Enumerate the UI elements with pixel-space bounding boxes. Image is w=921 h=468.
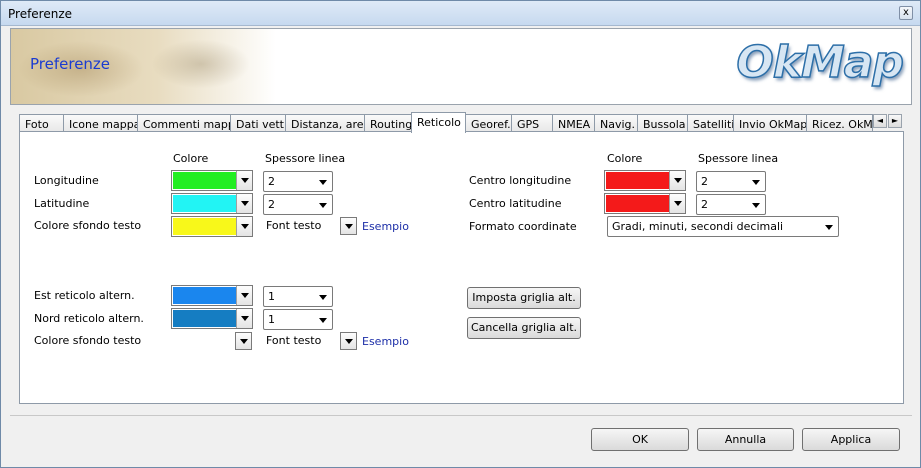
centro-longitudine-thickness-select[interactable]: 2 <box>696 171 766 192</box>
longitudine-color-swatch <box>173 172 237 189</box>
right-colore-header: Colore <box>607 152 643 165</box>
left-colore-header: Colore <box>173 152 209 165</box>
centro-latitudine-thickness-value: 2 <box>701 198 708 211</box>
chevron-down-icon <box>319 318 327 323</box>
centro-latitudine-color-swatch <box>606 195 670 212</box>
header-title: Preferenze <box>30 55 111 73</box>
chevron-down-icon <box>319 180 327 185</box>
centro-longitudine-thickness-value: 2 <box>701 175 708 188</box>
nord-alt-thickness-value: 1 <box>268 313 275 326</box>
centro-longitudine-color-swatch <box>606 172 670 189</box>
font-dropdown-button[interactable] <box>340 217 357 235</box>
bg-color-swatch <box>173 218 237 235</box>
title-bar[interactable]: Preferenze x <box>1 1 920 26</box>
tab-reticolo[interactable]: Reticolo <box>411 112 466 133</box>
chevron-down-icon[interactable] <box>669 194 685 213</box>
font-label: Font testo <box>266 219 322 232</box>
alt-font-label: Font testo <box>266 334 322 347</box>
okmap-logo: OkMap <box>736 36 905 89</box>
right-spessore-header: Spessore linea <box>698 152 779 165</box>
est-alt-label: Est reticolo altern. <box>34 289 135 302</box>
close-button[interactable]: x <box>899 6 913 20</box>
chevron-down-icon <box>319 295 327 300</box>
chevron-down-icon[interactable] <box>236 194 252 213</box>
nord-alt-thickness-select[interactable]: 1 <box>263 309 333 330</box>
font-example-link[interactable]: Esempio <box>362 220 409 233</box>
latitudine-thickness-select[interactable]: 2 <box>263 194 333 215</box>
window-title: Preferenze <box>8 7 73 21</box>
chevron-down-icon[interactable] <box>236 286 252 305</box>
apply-button[interactable]: Applica <box>802 428 900 451</box>
tab-scroll-left-icon[interactable]: ◄ <box>873 114 887 128</box>
alt-font-example-link[interactable]: Esempio <box>362 335 409 348</box>
preferences-window: Preferenze x Preferenze OkMap Foto Icone… <box>0 0 921 468</box>
reticolo-panel: Colore Spessore linea Longitudine 2 Lati… <box>19 131 904 404</box>
centro-latitudine-color-picker[interactable] <box>604 193 686 214</box>
coord-format-select[interactable]: Gradi, minuti, secondi decimali <box>607 216 839 237</box>
header-banner: Preferenze OkMap <box>10 28 912 105</box>
latitudine-thickness-value: 2 <box>268 198 275 211</box>
left-spessore-header: Spessore linea <box>265 152 346 165</box>
latitudine-label: Latitudine <box>34 197 90 210</box>
chevron-down-icon[interactable] <box>236 217 252 236</box>
footer-divider <box>10 415 912 416</box>
est-alt-color-picker[interactable] <box>171 285 253 306</box>
chevron-down-icon[interactable] <box>236 171 252 190</box>
nord-alt-label: Nord reticolo altern. <box>34 312 144 325</box>
alt-bg-color-label: Colore sfondo testo <box>34 334 142 347</box>
chevron-down-icon <box>752 180 760 185</box>
tab-scroll-right-icon[interactable]: ► <box>888 114 902 128</box>
chevron-down-icon[interactable] <box>669 171 685 190</box>
longitudine-color-picker[interactable] <box>171 170 253 191</box>
centro-longitudine-label: Centro longitudine <box>469 174 572 187</box>
tab-strip: Foto Icone mappa Commenti mappa Dati vet… <box>19 112 904 133</box>
nord-alt-color-swatch <box>173 310 237 327</box>
bg-color-picker[interactable] <box>171 216 253 237</box>
ok-button[interactable]: OK <box>591 428 689 451</box>
latitudine-color-picker[interactable] <box>171 193 253 214</box>
cancel-button[interactable]: Annulla <box>697 428 794 451</box>
bg-color-label: Colore sfondo testo <box>34 219 142 232</box>
clear-alt-grid-button[interactable]: Cancella griglia alt. <box>467 317 581 339</box>
nord-alt-color-picker[interactable] <box>171 308 253 329</box>
set-alt-grid-button[interactable]: Imposta griglia alt. <box>467 287 581 309</box>
centro-latitudine-thickness-select[interactable]: 2 <box>696 194 766 215</box>
alt-font-dropdown-button[interactable] <box>340 332 357 350</box>
est-alt-color-swatch <box>173 287 237 304</box>
coord-format-label: Formato coordinate <box>469 220 577 233</box>
chevron-down-icon <box>825 225 833 230</box>
longitudine-thickness-value: 2 <box>268 175 275 188</box>
centro-longitudine-color-picker[interactable] <box>604 170 686 191</box>
est-alt-thickness-value: 1 <box>268 290 275 303</box>
longitudine-thickness-select[interactable]: 2 <box>263 171 333 192</box>
coord-format-value: Gradi, minuti, secondi decimali <box>612 220 784 233</box>
chevron-down-icon <box>752 203 760 208</box>
latitudine-color-swatch <box>173 195 237 212</box>
chevron-down-icon <box>319 203 327 208</box>
est-alt-thickness-select[interactable]: 1 <box>263 286 333 307</box>
alt-bg-color-dropdown-button[interactable] <box>235 332 252 350</box>
centro-latitudine-label: Centro latitudine <box>469 197 562 210</box>
longitudine-label: Longitudine <box>34 174 99 187</box>
chevron-down-icon[interactable] <box>236 309 252 328</box>
